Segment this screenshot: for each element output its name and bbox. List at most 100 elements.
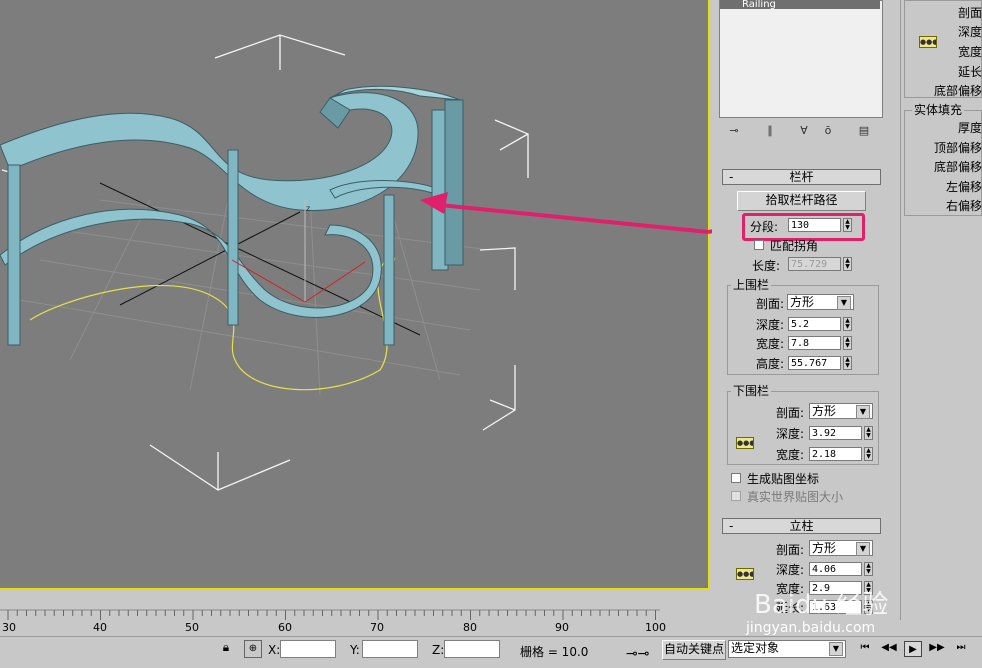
- railing-object[interactable]: [0, 85, 464, 346]
- lower-profile-dropdown[interactable]: 方形 ▼: [809, 403, 873, 419]
- tick-label: 30: [2, 621, 16, 634]
- auto-key-button[interactable]: 自动关键点: [662, 640, 726, 660]
- z-label: Z:: [432, 643, 445, 657]
- top-depth-field[interactable]: 5.2: [788, 317, 841, 331]
- right-bottom-offset-label: 底部偏移: [933, 84, 982, 98]
- tick-label: 70: [370, 621, 384, 634]
- segments-label: 分段:: [750, 220, 779, 234]
- posts-spacing-button[interactable]: ●●●: [733, 563, 757, 585]
- selection-set-value: 选定对象: [731, 641, 780, 655]
- lower-depth-label: 深度:: [775, 427, 804, 441]
- spacing-tool-icon: ●●●: [736, 437, 754, 449]
- go-to-start-icon[interactable]: ⏮︎: [856, 642, 874, 656]
- tick-label: 50: [185, 621, 199, 634]
- lower-profile-value: 方形: [812, 404, 837, 418]
- thickness-label: 厚度: [957, 121, 982, 135]
- top-height-spinner[interactable]: ▲ ▼: [843, 356, 852, 370]
- top-rail-title: 上围栏: [731, 278, 772, 292]
- modifier-stack-item[interactable]: Railing: [720, 0, 880, 9]
- lower-depth-field[interactable]: 3.92: [809, 426, 862, 440]
- lock-icon[interactable]: 🔒︎: [218, 640, 234, 658]
- viewport-scene: z: [0, 34, 708, 491]
- modifier-stack-list[interactable]: [719, 0, 883, 118]
- posts-depth-spinner[interactable]: ▲ ▼: [864, 562, 873, 576]
- collapse-icon: -: [729, 170, 734, 184]
- next-frame-icon[interactable]: ▶︎▶︎: [928, 642, 946, 656]
- top-profile-dropdown[interactable]: 方形 ▼: [787, 294, 854, 310]
- gizmo-z-label: z: [306, 204, 310, 213]
- chevron-down-icon: ▼: [856, 542, 870, 556]
- collapse-icon: -: [729, 519, 734, 533]
- tick-label: 80: [463, 621, 477, 634]
- segments-spinner[interactable]: ▲ ▼: [843, 218, 852, 232]
- configure-sets-icon[interactable]: ▤: [856, 124, 872, 138]
- length-spinner[interactable]: ▲ ▼: [843, 257, 852, 271]
- x-label: X:: [268, 643, 281, 657]
- tick-label: 40: [93, 621, 107, 634]
- posts-profile-label: 剖面:: [775, 543, 804, 557]
- lower-width-field[interactable]: 2.18: [809, 447, 862, 461]
- lower-rail-spacing-button[interactable]: ●●●: [733, 432, 757, 454]
- railing-rollout-header[interactable]: - 栏杆: [722, 169, 881, 185]
- top-height-label: 高度:: [755, 357, 784, 371]
- x-coordinate-field[interactable]: [280, 640, 336, 658]
- lower-rail-title: 下围栏: [731, 384, 772, 398]
- gen-mapping-checkbox[interactable]: [731, 473, 741, 483]
- solid-fill-title: 实体填充: [912, 103, 965, 117]
- posts-profile-dropdown[interactable]: 方形 ▼: [809, 540, 873, 556]
- lower-width-spinner[interactable]: ▲ ▼: [864, 447, 873, 461]
- right-offset-label: 右偏移: [945, 199, 982, 213]
- lower-profile-label: 剖面:: [775, 406, 804, 420]
- posts-rollout-header[interactable]: - 立柱: [722, 518, 881, 534]
- right-profile-label: 剖面: [957, 6, 982, 20]
- lower-depth-spinner[interactable]: ▲ ▼: [864, 426, 873, 440]
- previous-frame-icon[interactable]: ◀︎◀︎: [880, 642, 898, 656]
- z-coordinate-field[interactable]: [444, 640, 500, 658]
- lower-width-label: 宽度:: [775, 448, 804, 462]
- selection-set-dropdown[interactable]: 选定对象 ▼: [728, 640, 846, 658]
- left-offset-label: 左偏移: [945, 180, 982, 194]
- go-to-end-icon[interactable]: ⏭︎: [952, 642, 970, 656]
- posts-profile-value: 方形: [812, 541, 837, 555]
- length-field[interactable]: 75.729: [788, 257, 841, 271]
- baidu-watermark: Baidu 经验: [754, 590, 889, 620]
- chevron-down-icon: ▼: [856, 405, 870, 419]
- time-slider-track[interactable]: 30 40 50 60 70 80 90 100: [0, 592, 666, 636]
- tick-label: 100: [645, 621, 666, 634]
- top-width-spinner[interactable]: ▲ ▼: [843, 336, 852, 350]
- make-unique-icon[interactable]: ∀: [796, 124, 812, 138]
- right-spacing-button[interactable]: ●●●: [916, 31, 940, 53]
- pick-railing-path-button[interactable]: 拾取栏杆路径: [737, 191, 866, 211]
- top-depth-spinner[interactable]: ▲ ▼: [843, 317, 852, 331]
- match-corners-label: 匹配拐角: [770, 239, 819, 253]
- chevron-down-icon: ▼: [829, 642, 843, 656]
- play-icon[interactable]: ▶︎: [904, 641, 922, 657]
- right-extension-label: 延长: [957, 65, 982, 79]
- top-profile-value: 方形: [790, 295, 815, 309]
- top-height-field[interactable]: 55.767: [788, 356, 841, 370]
- show-end-result-icon[interactable]: ∥: [762, 124, 778, 138]
- real-world-checkbox[interactable]: [731, 491, 741, 501]
- perspective-viewport[interactable]: z: [0, 0, 710, 590]
- posts-depth-label: 深度:: [775, 563, 804, 577]
- pin-icon[interactable]: ⊸: [726, 124, 742, 138]
- real-world-label: 真实世界贴图大小: [747, 490, 844, 504]
- y-coordinate-field[interactable]: [362, 640, 418, 658]
- key-icon[interactable]: ⊸⊸: [626, 646, 650, 662]
- spacing-tool-icon: ●●●: [919, 36, 937, 48]
- grid-size-text: 栅格 = 10.0: [520, 645, 589, 659]
- top-offset-label: 顶部偏移: [933, 141, 982, 155]
- gen-mapping-label: 生成贴图坐标: [747, 472, 820, 486]
- chevron-down-icon: ▼: [837, 296, 851, 310]
- bottom-offset-label: 底部偏移: [933, 160, 982, 174]
- match-corners-checkbox[interactable]: [754, 240, 764, 250]
- tick-label: 60: [278, 621, 292, 634]
- absolute-mode-icon[interactable]: ⊕: [244, 640, 262, 658]
- top-profile-label: 剖面:: [755, 297, 784, 311]
- posts-depth-field[interactable]: 4.06: [809, 562, 862, 576]
- length-label: 长度:: [752, 259, 781, 273]
- top-width-field[interactable]: 7.8: [788, 336, 841, 350]
- segments-field[interactable]: 130: [788, 218, 841, 232]
- remove-modifier-icon[interactable]: ō: [820, 124, 836, 138]
- y-label: Y:: [350, 643, 360, 657]
